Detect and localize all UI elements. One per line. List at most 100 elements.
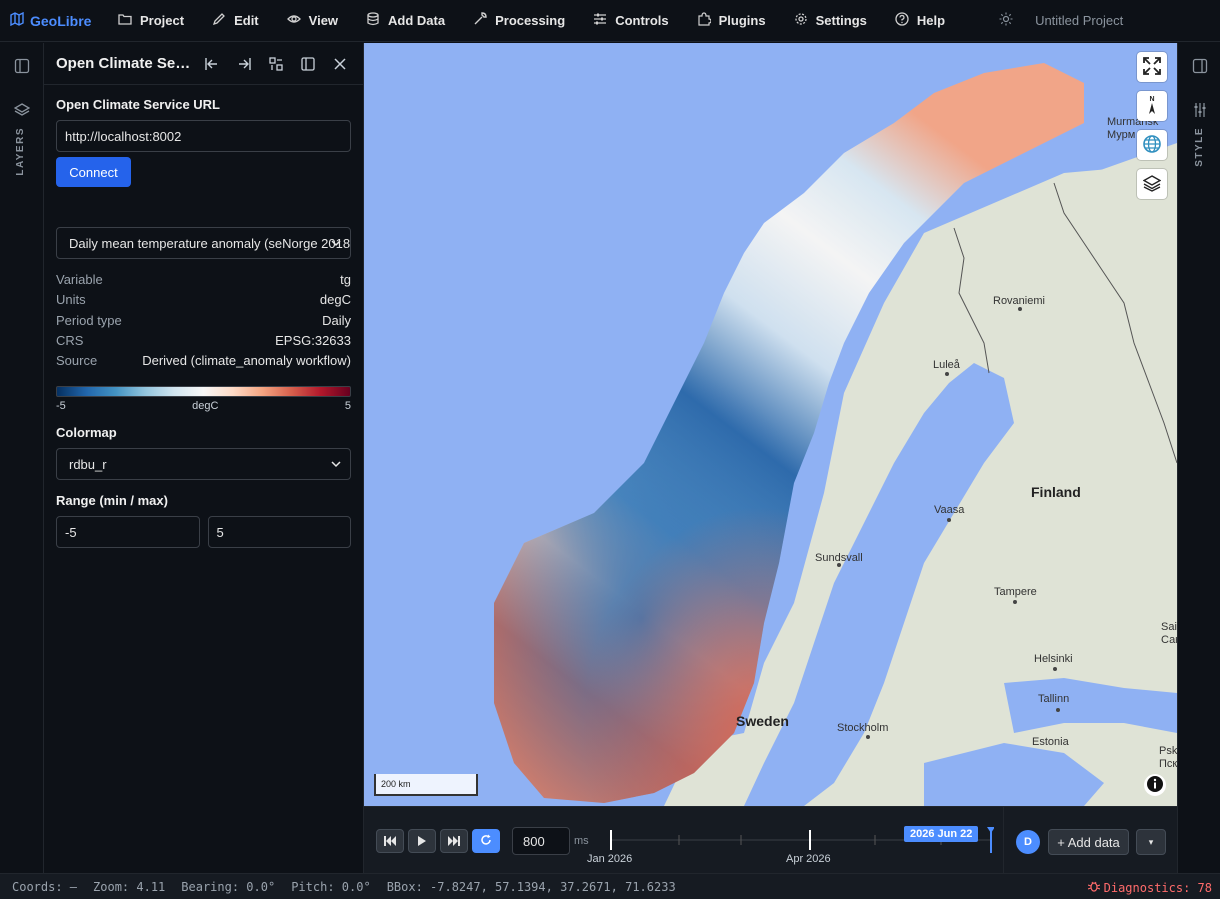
url-label: Open Climate Service URL	[56, 97, 220, 112]
menu-add-data[interactable]: Add Data	[352, 0, 459, 42]
add-data-button[interactable]: + Add data	[1048, 829, 1129, 855]
place-dot	[1056, 708, 1060, 712]
sun-icon	[999, 12, 1013, 29]
place-label: Sweden	[736, 713, 789, 729]
menu-label: Help	[916, 13, 946, 28]
menu-plugins[interactable]: Plugins	[683, 0, 780, 42]
toggle-panel-button[interactable]	[12, 57, 32, 77]
globe-icon	[1142, 134, 1162, 157]
diagnostics-button[interactable]: Diagnostics: 78	[1087, 880, 1212, 895]
toggle-style-panel-button[interactable]	[1190, 57, 1210, 77]
bearing-readout: Bearing: 0.0°	[181, 879, 276, 894]
layer-switcher-button[interactable]	[1137, 169, 1167, 199]
metadata-value: EPSG:32633	[275, 332, 351, 348]
menu-project[interactable]: Project	[104, 0, 198, 42]
basemap	[494, 63, 1177, 806]
colorbar-max: 5	[344, 400, 351, 413]
metadata-key: Period type	[56, 312, 122, 328]
layers-tab-button[interactable]	[12, 101, 32, 121]
place-label: Rovaniemi	[993, 295, 1045, 307]
colormap-select[interactable]: rdbu_r	[56, 448, 351, 481]
loop-icon	[480, 834, 492, 849]
style-tab-button[interactable]	[1190, 101, 1210, 121]
info-icon	[1146, 775, 1164, 796]
interval-input[interactable]: 800	[512, 827, 570, 855]
brand[interactable]: GeoLibre	[0, 11, 104, 29]
zoom-readout: Zoom: 4.11	[93, 879, 166, 894]
avatar[interactable]: D	[1016, 830, 1040, 854]
skip-forward-button[interactable]	[440, 829, 468, 853]
status-bar: Coords: — Zoom: 4.11 Bearing: 0.0° Pitch…	[0, 873, 1220, 899]
fullscreen-icon	[1143, 56, 1161, 78]
range-max-input[interactable]: 5	[207, 516, 351, 549]
project-title[interactable]: Untitled Project	[1035, 13, 1123, 28]
place-label: Tampere	[994, 586, 1037, 598]
tick-label: Apr 2026	[786, 853, 831, 865]
colorbar-min: -5	[56, 400, 66, 413]
expand-right-icon[interactable]	[234, 54, 254, 74]
map-canvas[interactable]: Murmansk Мурм Rovaniemi Luleå Finland Va…	[364, 43, 1177, 806]
menu-settings[interactable]: Settings	[780, 0, 881, 42]
map-icon	[10, 11, 24, 29]
place-label: Sundsvall	[815, 552, 863, 564]
detach-icon[interactable]	[266, 54, 286, 74]
database-icon	[366, 12, 380, 29]
dataset-select-value: Daily mean temperature anomaly (seNorge …	[69, 235, 351, 251]
menu-label: View	[308, 13, 339, 28]
menu-processing[interactable]: Processing	[459, 0, 579, 42]
menu-label: Settings	[815, 13, 867, 28]
panel-header: Open Climate Service	[44, 43, 363, 85]
loop-button[interactable]	[472, 829, 500, 853]
sidebar-icon	[14, 58, 30, 77]
climate-service-panel: Open Climate Service Open Climate Servic…	[44, 43, 364, 873]
metadata-row: Source Derived (climate_anomaly workflow)	[56, 353, 351, 373]
right-rail: STYLE	[1177, 43, 1220, 873]
menu-edit[interactable]: Edit	[198, 0, 273, 42]
compass-button[interactable]: N	[1137, 91, 1167, 121]
style-tab-label[interactable]: STYLE	[1194, 127, 1205, 167]
panel-title: Open Climate Service	[56, 55, 196, 72]
timeline: 800 ms Jan 2026 Apr 2026 2026 Jun 22 D +…	[364, 806, 1177, 874]
menu-view[interactable]: View	[273, 0, 352, 42]
add-data-menu-button[interactable]: ▾	[1136, 829, 1166, 855]
range-min-input[interactable]: -5	[56, 516, 200, 549]
dock-panel-icon[interactable]	[298, 54, 318, 74]
pitch-readout: Pitch: 0.0°	[291, 879, 371, 894]
fullscreen-button[interactable]	[1137, 52, 1167, 82]
menu-controls[interactable]: Controls	[579, 0, 682, 42]
menu-help[interactable]: Help	[881, 0, 959, 42]
metadata-row: Units degC	[56, 292, 351, 312]
metadata-row: CRS EPSG:32633	[56, 333, 351, 353]
layers-icon	[13, 102, 31, 121]
place-label: Helsinki	[1034, 653, 1073, 665]
close-icon[interactable]	[330, 54, 350, 74]
layers-tab-label[interactable]: LAYERS	[15, 127, 26, 176]
dataset-select[interactable]: Daily mean temperature anomaly (seNorge …	[56, 227, 351, 259]
diagnostics-label: Diagnostics: 78	[1103, 880, 1212, 895]
menu-label: Project	[140, 13, 185, 28]
menu-label: Add Data	[388, 13, 446, 28]
puzzle-icon	[697, 12, 712, 29]
place-label: Пско	[1159, 758, 1177, 770]
play-button[interactable]	[408, 829, 436, 853]
coords-readout: Coords: —	[12, 879, 78, 894]
place-label: Stockholm	[837, 722, 889, 734]
sliders-icon	[1192, 102, 1208, 121]
connect-button[interactable]: Connect	[56, 157, 131, 187]
place-dot	[945, 372, 949, 376]
place-label: Psko	[1159, 745, 1177, 757]
url-input[interactable]: http://localhost:8002	[56, 120, 351, 152]
scale-bar: 200 km	[374, 774, 478, 796]
skip-back-icon	[384, 834, 396, 849]
chevron-down-icon	[330, 237, 342, 252]
attribution-button[interactable]	[1144, 774, 1166, 796]
bbox-readout: BBox: -7.8247, 57.1394, 37.2671, 71.6233	[386, 879, 676, 894]
skip-back-button[interactable]	[376, 829, 404, 853]
menu-label: Edit	[234, 13, 259, 28]
sidebar-right-icon	[1192, 58, 1208, 77]
globe-button[interactable]	[1137, 130, 1167, 160]
collapse-left-icon[interactable]	[202, 54, 222, 74]
theme-toggle[interactable]	[989, 12, 1023, 29]
metadata-key: CRS	[56, 332, 84, 348]
menubar: GeoLibre Project Edit View Add Data Proc…	[0, 0, 1220, 42]
